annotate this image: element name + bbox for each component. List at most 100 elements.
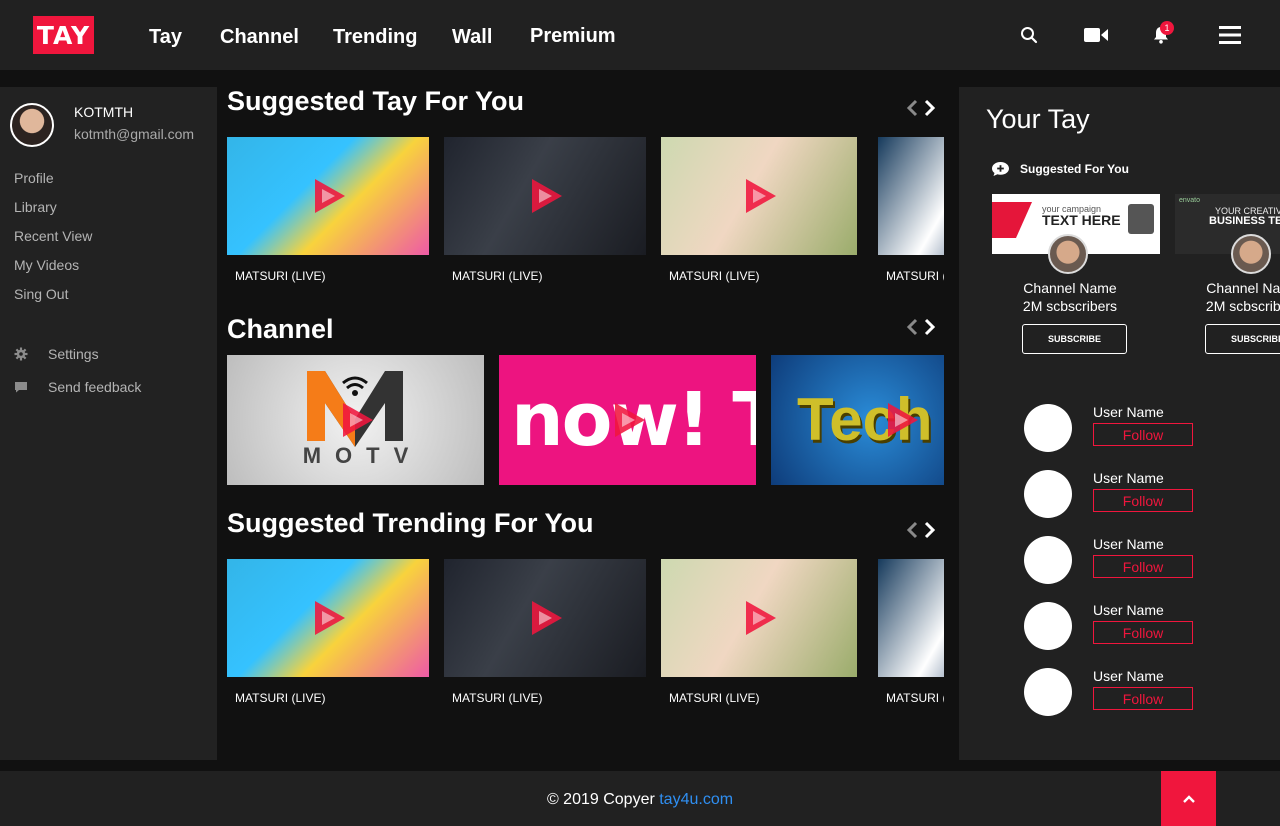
nav-channel[interactable]: Channel bbox=[220, 26, 299, 49]
sidebar-item-my-videos[interactable]: My Videos bbox=[14, 257, 79, 273]
play-icon bbox=[315, 601, 345, 635]
copyright: © 2019 Copyer tay4u.com bbox=[0, 791, 1280, 809]
footer: © 2019 Copyer tay4u.com bbox=[0, 771, 1280, 826]
user-suggestion: User Name Follow bbox=[959, 470, 1280, 526]
section-title-suggested-tay: Suggested Tay For You bbox=[227, 86, 525, 116]
top-bar: TAY Tay Channel Trending Wall Premium 1 bbox=[0, 0, 1280, 70]
banner-line2: BUSINESS TEXT bbox=[1209, 215, 1280, 227]
sidebar-item-send-feedback[interactable]: Send feedback bbox=[14, 379, 141, 395]
carousel-suggested-trending: MATSURI (LIVE) MATSURI (LIVE) MATSURI (L… bbox=[227, 559, 944, 709]
video-title[interactable]: MATSURI (LIVE) bbox=[235, 269, 325, 283]
chevron-right-icon[interactable] bbox=[923, 318, 937, 341]
video-thumbnail[interactable] bbox=[661, 559, 857, 677]
play-icon bbox=[342, 403, 373, 437]
user-name[interactable]: User Name bbox=[1093, 602, 1164, 618]
video-title[interactable]: MATSURI ( bbox=[886, 269, 944, 283]
follow-button[interactable]: Follow bbox=[1093, 489, 1193, 512]
subscribe-button[interactable]: SUBSCRIBE bbox=[1022, 324, 1127, 354]
channel-subscribers: 2M scbscribers bbox=[1205, 298, 1280, 314]
nav-premium[interactable]: Premium bbox=[530, 25, 616, 48]
video-thumbnail[interactable] bbox=[227, 137, 429, 255]
settings-label: Settings bbox=[48, 346, 99, 362]
follow-button[interactable]: Follow bbox=[1093, 621, 1193, 644]
video-thumbnail[interactable] bbox=[661, 137, 857, 255]
follow-button[interactable]: Follow bbox=[1093, 423, 1193, 446]
nav-trending[interactable]: Trending bbox=[333, 26, 417, 49]
channel-name[interactable]: Channel Name bbox=[980, 280, 1160, 296]
user-name: KOTMTH bbox=[74, 104, 134, 120]
carousel-arrows bbox=[905, 318, 937, 341]
sidebar-item-profile[interactable]: Profile bbox=[14, 170, 54, 186]
channel-subscribers: 2M scbscribers bbox=[1022, 298, 1118, 314]
sidebar-item-library[interactable]: Library bbox=[14, 199, 57, 215]
carousel-arrows bbox=[905, 99, 937, 122]
chevron-right-icon[interactable] bbox=[923, 521, 937, 544]
video-thumbnail[interactable] bbox=[878, 137, 944, 255]
user-name[interactable]: User Name bbox=[1093, 404, 1164, 420]
channel-card: your campaign TEXT HERE Channel Name 2M … bbox=[992, 194, 1160, 359]
menu-icon[interactable] bbox=[1218, 24, 1242, 46]
suggested-for-you-label: Suggested For You bbox=[1020, 162, 1129, 176]
channel-avatar[interactable] bbox=[1048, 234, 1088, 274]
chevron-left-icon[interactable] bbox=[905, 318, 919, 341]
channel-thumbnail-motv[interactable]: MOTV bbox=[227, 355, 484, 485]
follow-button[interactable]: Follow bbox=[1093, 687, 1193, 710]
carousel-arrows bbox=[905, 521, 937, 544]
user-name[interactable]: User Name bbox=[1093, 668, 1164, 684]
play-icon bbox=[746, 601, 776, 635]
video-title[interactable]: MATSURI ( bbox=[886, 691, 944, 705]
video-camera-icon[interactable] bbox=[1083, 25, 1109, 45]
channel-logo-text: MOTV bbox=[302, 443, 423, 468]
carousel-channels: MOTV now! TV Tech bbox=[227, 355, 944, 485]
video-title[interactable]: MATSURI (LIVE) bbox=[669, 691, 759, 705]
comment-icon bbox=[14, 380, 28, 394]
channel-name[interactable]: Channel Name bbox=[1163, 280, 1280, 296]
carousel-suggested-tay: MATSURI (LIVE) MATSURI (LIVE) MATSURI (L… bbox=[227, 137, 944, 287]
channel-card: envato YOUR CREATIVE BUSINESS TEXT Chann… bbox=[1175, 194, 1280, 359]
user-avatar[interactable] bbox=[1024, 536, 1072, 584]
chat-plus-icon bbox=[991, 161, 1010, 177]
chevron-left-icon[interactable] bbox=[905, 99, 919, 122]
sidebar-item-recent-view[interactable]: Recent View bbox=[14, 228, 92, 244]
user-avatar[interactable] bbox=[1024, 602, 1072, 650]
video-title[interactable]: MATSURI (LIVE) bbox=[452, 691, 542, 705]
channel-avatar[interactable] bbox=[1231, 234, 1271, 274]
video-thumbnail[interactable] bbox=[878, 559, 944, 677]
channel-thumbnail-now-tv[interactable]: now! TV bbox=[499, 355, 756, 485]
banner-line2: TEXT HERE bbox=[1042, 212, 1121, 228]
user-suggestion: User Name Follow bbox=[959, 602, 1280, 658]
follow-button[interactable]: Follow bbox=[1093, 555, 1193, 578]
subscribe-button[interactable]: SUBSCRIBE bbox=[1205, 324, 1280, 354]
sidebar-item-sign-out[interactable]: Sing Out bbox=[14, 286, 68, 302]
video-title[interactable]: MATSURI (LIVE) bbox=[452, 269, 542, 283]
gear-icon bbox=[14, 347, 28, 361]
play-icon bbox=[614, 403, 645, 437]
back-to-top-button[interactable] bbox=[1161, 771, 1216, 826]
video-title[interactable]: MATSURI (LIVE) bbox=[669, 269, 759, 283]
user-avatar[interactable] bbox=[10, 103, 54, 147]
user-name[interactable]: User Name bbox=[1093, 470, 1164, 486]
chevron-up-icon bbox=[1182, 794, 1195, 803]
user-name[interactable]: User Name bbox=[1093, 536, 1164, 552]
channel-thumbnail-tech[interactable]: Tech bbox=[771, 355, 944, 485]
chevron-left-icon[interactable] bbox=[905, 521, 919, 544]
nav-tay[interactable]: Tay bbox=[149, 26, 182, 49]
user-avatar[interactable] bbox=[1024, 668, 1072, 716]
notification-badge: 1 bbox=[1160, 21, 1174, 35]
play-icon bbox=[315, 179, 345, 213]
play-icon bbox=[532, 179, 562, 213]
footer-link[interactable]: tay4u.com bbox=[659, 791, 733, 808]
chevron-right-icon[interactable] bbox=[923, 99, 937, 122]
search-icon[interactable] bbox=[1019, 25, 1039, 45]
left-sidebar: KOTMTH kotmth@gmail.com Profile Library … bbox=[0, 87, 217, 760]
tay-logo[interactable]: TAY bbox=[33, 16, 94, 54]
nav-wall[interactable]: Wall bbox=[452, 26, 492, 49]
video-title[interactable]: MATSURI (LIVE) bbox=[235, 691, 325, 705]
user-avatar[interactable] bbox=[1024, 470, 1072, 518]
video-thumbnail[interactable] bbox=[227, 559, 429, 677]
user-avatar[interactable] bbox=[1024, 404, 1072, 452]
video-thumbnail[interactable] bbox=[444, 137, 646, 255]
copyright-text: © 2019 Copyer bbox=[546, 791, 660, 808]
sidebar-item-settings[interactable]: Settings bbox=[14, 346, 99, 362]
video-thumbnail[interactable] bbox=[444, 559, 646, 677]
